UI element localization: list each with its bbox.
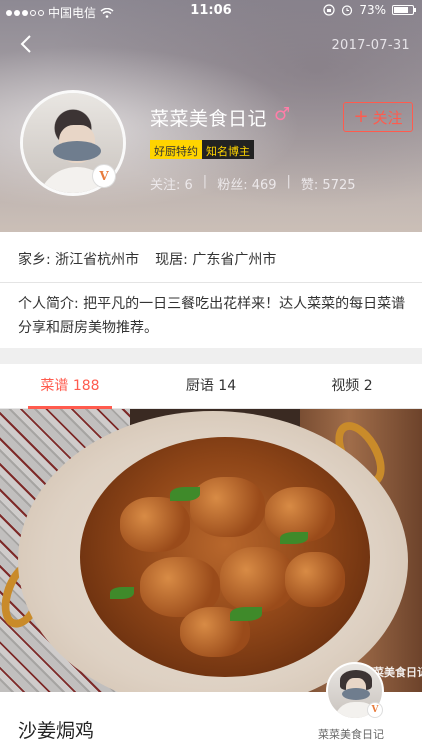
header-date: 2017-07-31 (331, 38, 410, 53)
badge-blogger: 知名博主 (202, 140, 254, 159)
status-right: 73% (323, 3, 416, 17)
verified-badge-icon: V (92, 164, 116, 188)
recipe-author-name: 菜菜美食日记 (318, 728, 384, 741)
likes-count: 赞: 5725 (300, 178, 356, 193)
back-arrow-icon[interactable] (16, 32, 40, 56)
badge-special: 好厨特约 (150, 140, 202, 159)
follow-button[interactable]: + 关注 (343, 102, 413, 132)
tab-kitchen-talk[interactable]: 厨语 14 (141, 364, 281, 409)
rotation-lock-icon (323, 4, 335, 16)
profile-name: 菜菜美食日记 (150, 108, 268, 130)
following-count[interactable]: 关注: 6 (150, 174, 193, 193)
profile-stats: 关注: 6 | 粉丝: 469 | 赞: 5725 (150, 174, 356, 193)
status-bar: 中国电信 11:06 73% (0, 0, 422, 22)
stats-separator: | (286, 174, 291, 189)
plus-icon: + (353, 106, 369, 127)
location-line: 家乡: 浙江省杭州市 现居: 广东省广州市 (18, 249, 276, 269)
profile-info: 家乡: 浙江省杭州市 现居: 广东省广州市 个人简介: 把平凡的一日三餐吃出花样来… (0, 232, 422, 348)
hometown-text: 家乡: 浙江省杭州市 (18, 252, 140, 268)
recipe-photo[interactable] (0, 409, 422, 692)
tab-recipes[interactable]: 菜谱 188 (0, 364, 140, 409)
gender-icon: ♂ (274, 104, 291, 125)
stats-separator: | (202, 174, 208, 189)
content-tabs: 菜谱 188 厨语 14 视频 2 (0, 364, 422, 409)
author-verified-icon: V (367, 702, 383, 718)
recipe-title[interactable]: 沙姜焗鸡 (18, 716, 94, 743)
battery-icon (392, 5, 416, 15)
profile-header: 中国电信 11:06 73% 2017-07-31 V 菜菜美食日记 ♂ + 关… (0, 0, 422, 232)
divider (0, 282, 422, 283)
bio-text: 个人简介: 把平凡的一日三餐吃出花样来！达人菜菜的每日菜谱分享和厨房美物推荐。 (18, 296, 406, 336)
follow-label: 关注 (372, 108, 403, 127)
alarm-icon (342, 5, 353, 16)
tab-videos[interactable]: 视频 2 (282, 364, 422, 409)
fans-count[interactable]: 粉丝: 469 (217, 174, 276, 193)
residence-text: 现居: 广东省广州市 (155, 252, 277, 268)
badge-group: 好厨特约 知名博主 (150, 140, 254, 159)
battery-percent: 73% (359, 3, 386, 17)
